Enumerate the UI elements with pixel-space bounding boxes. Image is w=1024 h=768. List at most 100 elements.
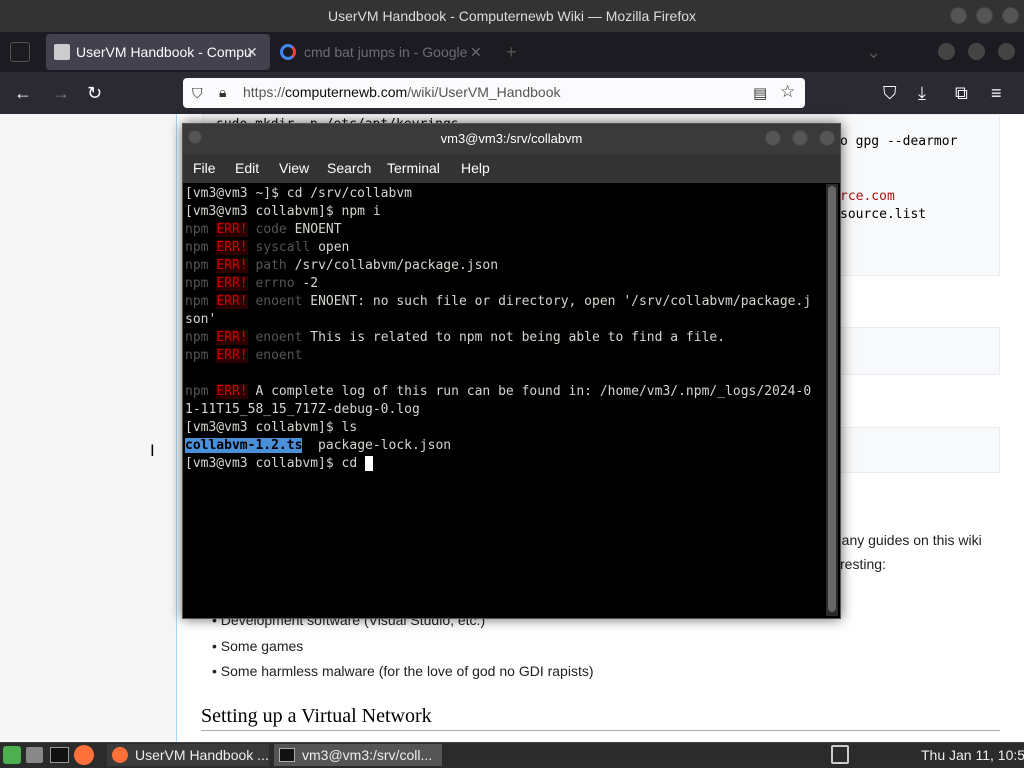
code-line: o gpg --dearmor bbox=[840, 134, 958, 149]
tab-label: cmd bat jumps in - Google bbox=[304, 44, 468, 60]
tab-overview-icon[interactable] bbox=[10, 42, 30, 62]
list-item: • Some harmless malware (for the love of… bbox=[212, 663, 594, 679]
maximize-button[interactable] bbox=[976, 7, 993, 24]
terminal-line: collabvm-1.2.ts package-lock.json bbox=[185, 437, 451, 455]
menu-icon[interactable]: ≡ bbox=[991, 83, 1002, 103]
tab-google[interactable]: cmd bat jumps in - Google ✕ bbox=[276, 34, 488, 70]
clock: Thu Jan 11, 10:58 bbox=[921, 747, 1024, 763]
err-label: ERR! bbox=[216, 240, 248, 255]
menu-terminal[interactable]: Terminal bbox=[387, 160, 440, 176]
terminal-minimize-button[interactable] bbox=[765, 130, 781, 146]
selected-text: collabvm-1.2.ts bbox=[185, 438, 303, 453]
terminal-scrollbar-thumb[interactable] bbox=[828, 186, 836, 612]
npm-prefix: npm bbox=[185, 222, 209, 237]
terminal-line: son' bbox=[185, 311, 216, 329]
downloads-icon[interactable]: ⤓ bbox=[918, 83, 926, 103]
url-path: /wiki/UserVM_Handbook bbox=[407, 84, 561, 100]
menu-edit[interactable]: Edit bbox=[235, 160, 259, 176]
tab-label: UserVM Handbook - Compu bbox=[76, 44, 252, 60]
err-key: enoent bbox=[255, 330, 303, 345]
wiki-favicon-icon bbox=[54, 44, 70, 60]
file-manager-icon[interactable] bbox=[26, 747, 43, 763]
err-key: enoent bbox=[255, 348, 303, 363]
window-button-2[interactable] bbox=[968, 43, 985, 60]
err-value: -2 bbox=[294, 276, 319, 291]
window-button-1[interactable] bbox=[938, 43, 955, 60]
extensions-icon[interactable]: ⧉ bbox=[955, 83, 968, 103]
close-button[interactable] bbox=[1002, 7, 1019, 24]
list-tabs-icon[interactable]: ⌄ bbox=[866, 42, 881, 62]
minimize-button[interactable] bbox=[950, 7, 967, 24]
line-text: 1-11T15_58_15_717Z-debug-0.log bbox=[185, 402, 420, 417]
task-label: vm3@vm3:/srv/coll... bbox=[302, 747, 433, 763]
wiki-sidebar bbox=[0, 114, 177, 742]
firefox-launcher-icon[interactable] bbox=[74, 745, 94, 765]
terminal-line: 1-11T15_58_15_717Z-debug-0.log bbox=[185, 401, 420, 419]
err-key: syscall bbox=[255, 240, 311, 255]
reload-icon[interactable]: ↻ bbox=[87, 83, 102, 103]
err-key: code bbox=[255, 222, 287, 237]
taskbar-terminal-task[interactable]: vm3@vm3:/srv/coll... bbox=[274, 744, 442, 766]
paragraph-text: resting: bbox=[840, 556, 886, 572]
google-favicon-icon bbox=[280, 44, 296, 60]
terminal-line: [vm3@vm3 collabvm]$ cd bbox=[185, 455, 374, 473]
terminal-line: npm ERR! path /srv/collabvm/package.json bbox=[185, 257, 498, 275]
pocket-icon[interactable]: ⛉ bbox=[883, 83, 897, 103]
terminal-line: [vm3@vm3 collabvm]$ npm i bbox=[185, 203, 381, 221]
err-key: path bbox=[255, 258, 287, 273]
err-value: ENOENT: no such file or directory, open … bbox=[302, 294, 812, 309]
npm-prefix: npm bbox=[185, 276, 209, 291]
err-key: errno bbox=[255, 276, 295, 291]
forward-icon[interactable]: → bbox=[52, 83, 70, 103]
terminal-close-button[interactable] bbox=[819, 130, 835, 146]
show-desktop-icon[interactable] bbox=[831, 745, 849, 764]
menu-view[interactable]: View bbox=[279, 160, 309, 176]
terminal-cursor bbox=[365, 456, 374, 471]
err-value: /srv/collabvm/package.json bbox=[286, 258, 499, 273]
reader-view-icon[interactable]: ▤ bbox=[753, 84, 767, 102]
menu-help[interactable]: Help bbox=[461, 160, 490, 176]
npm-prefix: npm bbox=[185, 294, 209, 309]
new-tab-icon[interactable]: + bbox=[506, 42, 517, 62]
terminal-line: npm ERR! enoent This is related to npm n… bbox=[185, 329, 725, 347]
taskbar-firefox-task[interactable]: UserVM Handbook ... bbox=[107, 744, 269, 766]
terminal-maximize-button[interactable] bbox=[792, 130, 808, 146]
terminal-launcher-icon[interactable] bbox=[50, 747, 69, 763]
err-label: ERR! bbox=[216, 294, 248, 309]
window-button-3[interactable] bbox=[998, 43, 1015, 60]
err-label: ERR! bbox=[216, 330, 248, 345]
bookmark-star-icon[interactable]: ☆ bbox=[780, 82, 795, 102]
text-cursor-icon: I bbox=[150, 441, 155, 460]
npm-prefix: npm bbox=[185, 240, 209, 255]
err-label: ERR! bbox=[216, 276, 248, 291]
url-domain: computernewb.com bbox=[285, 84, 408, 100]
url-text[interactable]: https://computernewb.com/wiki/UserVM_Han… bbox=[243, 84, 561, 100]
terminal-icon bbox=[279, 748, 295, 762]
err-value: ENOENT bbox=[286, 222, 342, 237]
terminal-menu-button[interactable] bbox=[188, 130, 202, 144]
menu-file[interactable]: File bbox=[193, 160, 216, 176]
terminal-line: npm ERR! enoent bbox=[185, 347, 302, 365]
line-text: son' bbox=[185, 312, 217, 327]
terminal-output[interactable]: [vm3@vm3 ~]$ cd /srv/collabvm [vm3@vm3 co… bbox=[185, 184, 825, 616]
line-text: package-lock.json bbox=[302, 438, 452, 453]
close-tab-icon[interactable]: ✕ bbox=[246, 34, 258, 70]
terminal-title: vm3@vm3:/srv/collabvm bbox=[183, 124, 840, 154]
paragraph-text: many guides on this wiki bbox=[830, 532, 982, 548]
menu-search[interactable]: Search bbox=[327, 160, 371, 176]
err-label: ERR! bbox=[216, 384, 248, 399]
tracking-protection-icon[interactable]: ⛉ bbox=[192, 85, 203, 102]
url-scheme: https:// bbox=[243, 84, 286, 100]
lock-icon[interactable]: 🔒︎ bbox=[219, 84, 226, 101]
task-label: UserVM Handbook ... bbox=[135, 747, 269, 763]
back-icon[interactable]: ← bbox=[14, 83, 32, 103]
terminal-line: npm ERR! A complete log of this run can … bbox=[185, 383, 811, 401]
code-line: rce.com bbox=[840, 189, 895, 204]
start-menu-icon[interactable] bbox=[3, 746, 21, 764]
tab-uservm-handbook[interactable]: UserVM Handbook - Compu ✕ bbox=[46, 34, 270, 70]
err-value: open bbox=[310, 240, 350, 255]
terminal-line: npm ERR! errno -2 bbox=[185, 275, 318, 293]
err-key: enoent bbox=[255, 294, 303, 309]
err-value: A complete log of this run can be found … bbox=[247, 384, 812, 399]
close-tab-icon[interactable]: ✕ bbox=[470, 34, 482, 70]
